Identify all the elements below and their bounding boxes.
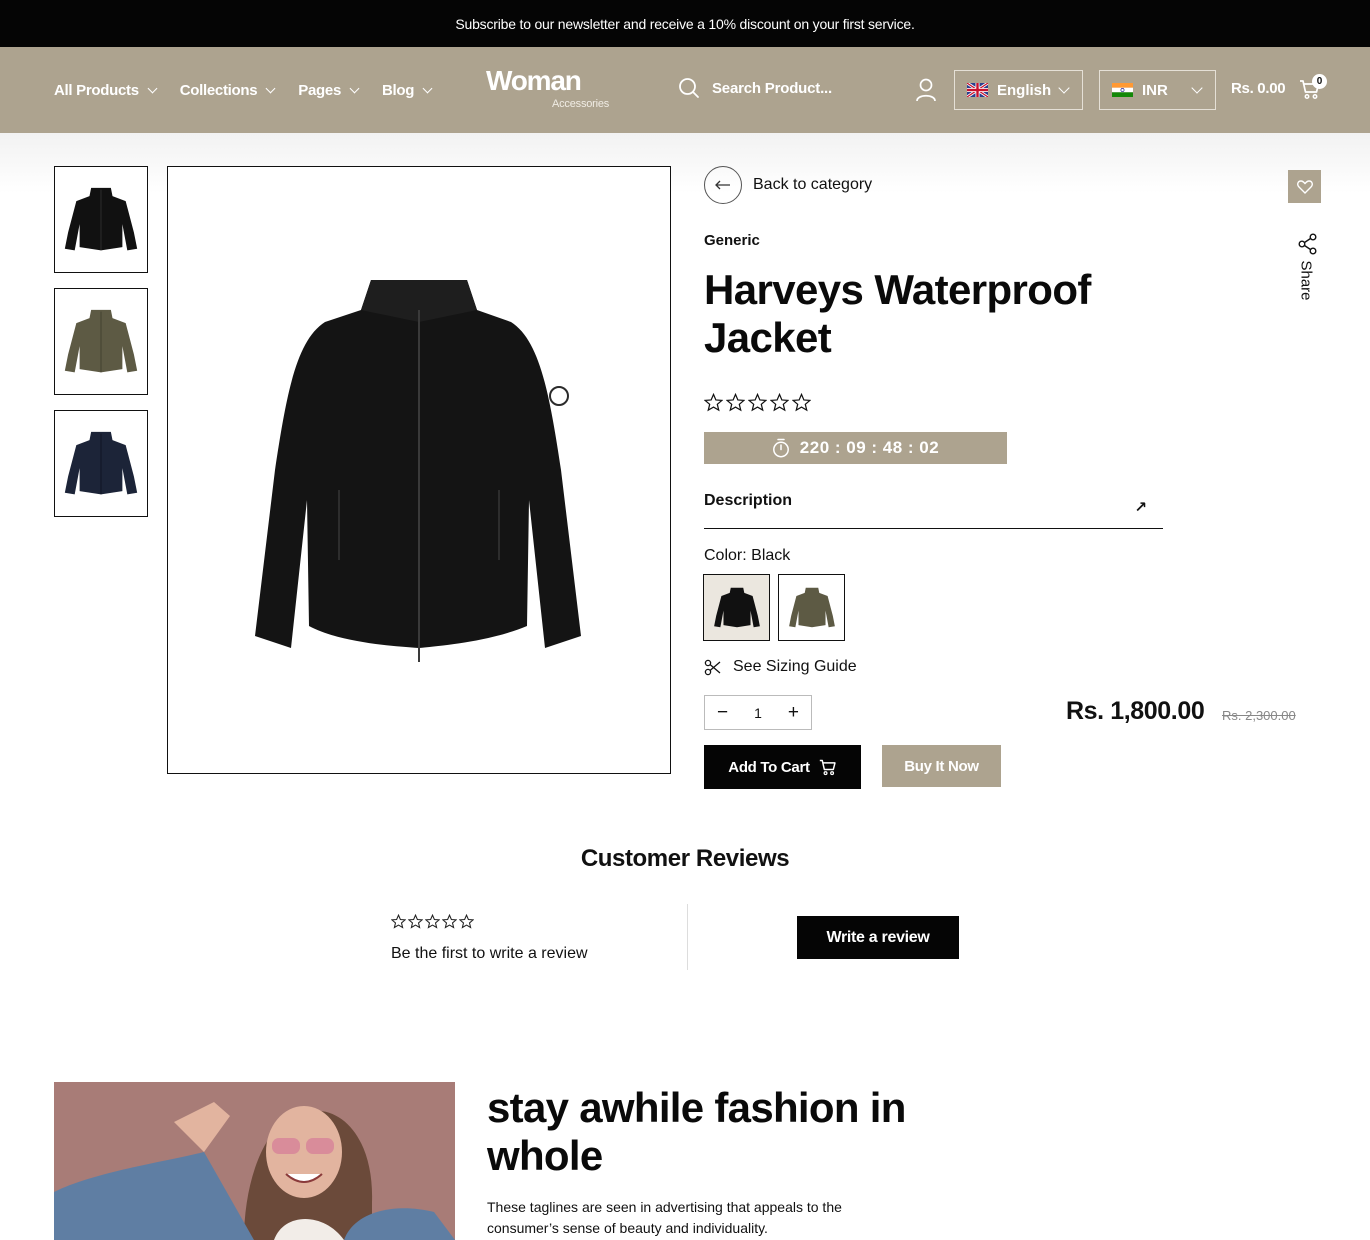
currency-value: INR [1142,81,1168,99]
sizing-guide-link[interactable]: See Sizing Guide [704,658,857,676]
back-to-category-link[interactable]: Back to category [704,166,872,204]
nav-item-label: Pages [298,81,341,99]
currency-select[interactable]: INR [1099,70,1216,110]
star-empty-icon [442,914,457,929]
site-logo[interactable]: Woman Accessories [486,67,616,113]
wishlist-button[interactable] [1288,170,1321,203]
write-review-label: Write a review [826,928,930,946]
color-label-text: Color: [704,547,747,564]
star-empty-icon [792,393,811,412]
star-empty-icon [425,914,440,929]
chevron-down-icon [265,83,276,93]
star-empty-icon [391,914,406,929]
product-rating-stars [704,393,811,412]
share-label: Share [1297,260,1315,301]
promo-image [54,1082,455,1240]
nav-item-label: Collections [179,81,258,99]
description-toggle[interactable]: Description ↗ [704,492,1163,529]
main-nav: All Products Collections Pages Blog [54,47,455,133]
star-empty-icon [770,393,789,412]
star-empty-icon [748,393,767,412]
color-swatch-black[interactable] [703,574,770,641]
uk-flag-icon [967,83,988,97]
account-icon[interactable] [915,78,937,107]
compare-at-price: Rs. 2,300.00 [1222,708,1296,723]
star-empty-icon [704,393,723,412]
nav-pages[interactable]: Pages [298,81,360,99]
buy-it-now-label: Buy It Now [904,757,979,775]
nav-item-label: All Products [54,81,139,99]
promo-heading: stay awhile fashion in whole [487,1084,906,1179]
chevron-down-icon [349,83,360,93]
countdown-value: 220 : 09 : 48 : 02 [799,438,940,457]
reviews-divider [687,904,688,970]
nav-item-label: Blog [382,81,415,99]
add-to-cart-button[interactable]: Add To Cart [704,745,861,789]
scissors-icon [704,659,721,675]
promo-text: These taglines are seen in advertising t… [487,1199,842,1236]
description-label: Description [704,492,793,509]
logo-main-text: Woman [486,65,582,96]
color-value: Black [751,547,791,564]
star-empty-icon [459,914,474,929]
thumbnail-olive[interactable] [54,288,148,395]
jacket-image [255,280,581,662]
jacket-thumbnail-image [64,309,138,372]
announcement-bar: Subscribe to our newsletter and receive … [0,0,1370,47]
heart-icon [1296,179,1313,194]
jacket-thumbnail-image [64,431,138,494]
language-value: English [997,81,1052,99]
chevron-down-icon [147,83,158,93]
chevron-down-icon [1191,82,1203,94]
quantity-value[interactable]: 1 [754,705,762,721]
jacket-swatch-image [713,587,760,627]
search-placeholder: Search Product... [712,79,832,97]
reviews-heading: Customer Reviews [580,845,790,872]
jacket-thumbnail-image [64,187,138,250]
stopwatch-icon [772,438,789,458]
quantity-stepper: − 1 + [704,695,812,730]
logo-sub-text: Accessories [552,98,610,110]
site-header: All Products Collections Pages Blog Woma… [0,47,1370,133]
nav-all-products[interactable]: All Products [54,81,158,99]
star-empty-icon [726,393,745,412]
chevron-down-icon [422,83,433,93]
share-button[interactable]: Share [1296,232,1320,302]
thumbnail-navy[interactable] [54,410,148,517]
cart-icon [819,759,836,776]
product-main-image[interactable] [167,166,671,774]
nav-collections[interactable]: Collections [179,81,276,99]
color-label: Color: Black [704,547,790,565]
language-select[interactable]: English [954,70,1083,110]
woman-portrait-image [54,1082,455,1240]
india-flag-icon [1112,83,1133,97]
write-review-button[interactable]: Write a review [797,916,959,959]
back-label: Back to category [753,176,873,193]
add-to-cart-label: Add To Cart [728,758,810,776]
announcement-text: Subscribe to our newsletter and receive … [455,15,915,32]
reviews-empty-text: Be the first to write a review [391,945,588,962]
thumbnail-black[interactable] [54,166,148,273]
arrow-left-icon [704,166,742,204]
star-empty-icon [408,914,423,929]
arrow-up-right-icon: ↗ [1134,499,1147,516]
search-icon [679,78,699,98]
buy-it-now-button[interactable]: Buy It Now [882,745,1001,787]
color-swatch-olive[interactable] [778,574,845,641]
chevron-down-icon [1058,82,1070,94]
reviews-rating-stars [391,914,474,929]
decrease-quantity-button[interactable]: − [717,702,728,724]
jacket-swatch-image [788,587,835,627]
share-icon [1298,233,1317,255]
product-title: Harveys Waterproof Jacket [704,266,1091,361]
product-price: Rs. 1,800.00 [1066,697,1205,725]
cart-total[interactable]: Rs. 0.00 [1231,80,1286,97]
countdown-timer: 220 : 09 : 48 : 02 [704,432,1007,464]
search-input[interactable]: Search Product... [678,77,832,99]
nav-blog[interactable]: Blog [382,81,433,99]
cart-count-badge: 0 [1312,74,1327,89]
product-vendor: Generic [704,232,760,249]
sizing-guide-label: See Sizing Guide [733,658,857,675]
increase-quantity-button[interactable]: + [788,702,799,724]
